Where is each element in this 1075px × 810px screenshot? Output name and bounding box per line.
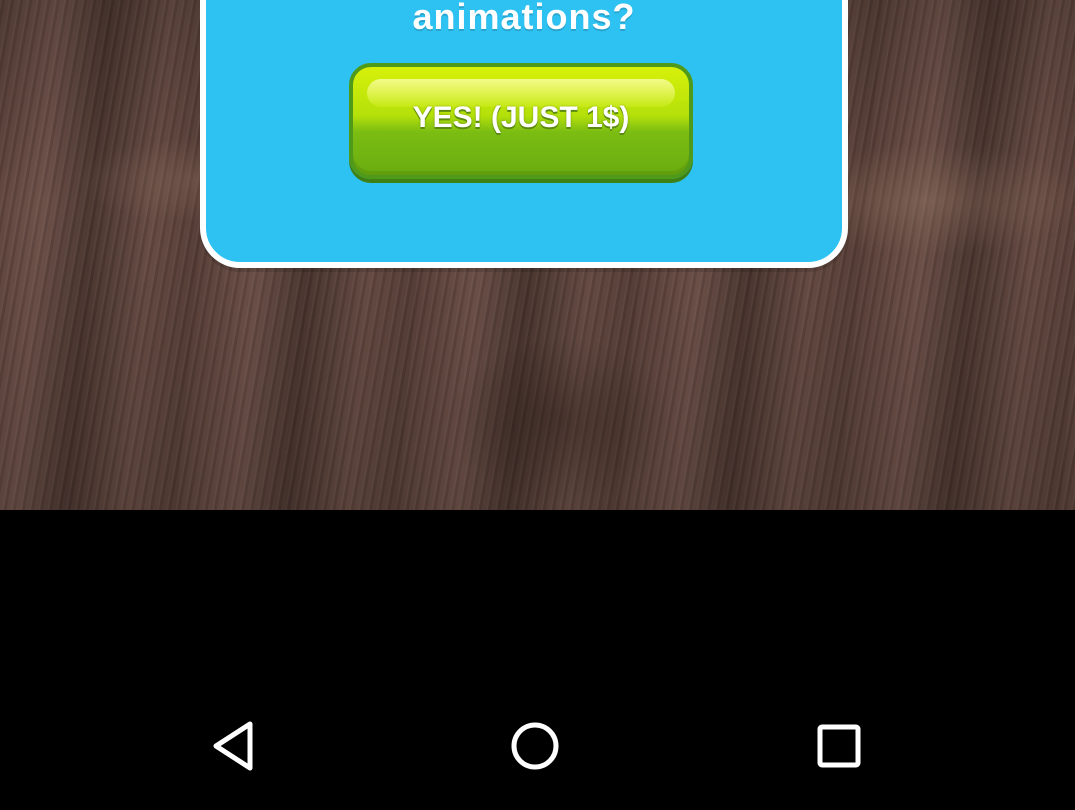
buy-animations-button[interactable]: YES! (JUST 1$) [349,63,693,179]
back-triangle-icon [213,721,253,771]
purchase-dialog: animations? YES! (JUST 1$) [200,0,848,268]
buy-button-label: YES! (JUST 1$) [412,101,630,134]
back-button[interactable] [206,718,262,774]
home-circle-icon [511,722,559,770]
app-screen: animations? YES! (JUST 1$) [0,0,1075,810]
home-button[interactable] [507,718,563,774]
recents-square-icon [817,724,861,768]
system-navigation-bar [0,690,1075,810]
recents-button[interactable] [811,718,867,774]
dialog-question-text: animations? [412,0,636,37]
